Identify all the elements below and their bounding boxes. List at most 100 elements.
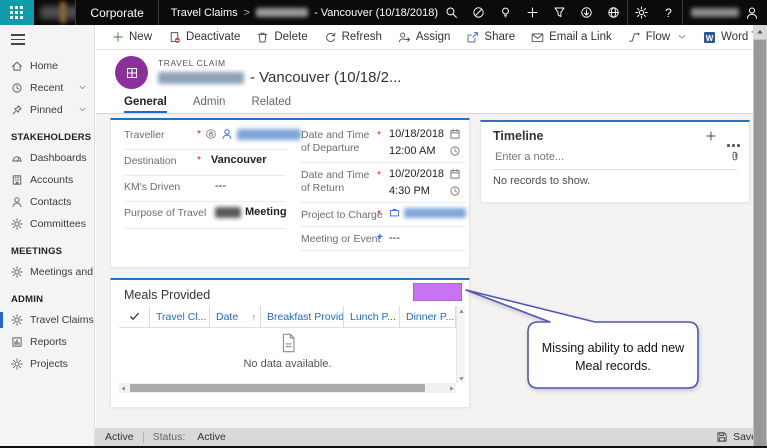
select-all-column[interactable] — [119, 306, 149, 327]
sidebar-item-recent[interactable]: Recent — [0, 77, 94, 99]
tab-general[interactable]: General — [124, 93, 167, 113]
field-value-departure-time[interactable]: 12:00 AM — [389, 145, 435, 157]
form-tabs: General Admin Related — [96, 93, 753, 114]
field-value-destination[interactable]: * Vancouver — [197, 154, 267, 166]
column-header-date[interactable]: Date↑ — [209, 306, 260, 327]
settings-button[interactable] — [628, 0, 655, 25]
tab-admin[interactable]: Admin — [193, 93, 226, 113]
word-icon: W — [703, 31, 716, 44]
field-value-return-time[interactable]: 4:30 PM — [389, 185, 430, 197]
required-asterisk: * — [377, 170, 381, 181]
status-value: Active — [197, 431, 226, 443]
share-button[interactable]: Share — [458, 25, 523, 49]
sidebar-item-contacts[interactable]: Contacts — [0, 191, 94, 213]
search-button[interactable] — [438, 0, 465, 25]
field-label-kms-driven: KM's Driven — [124, 181, 180, 194]
download-button[interactable] — [573, 0, 600, 25]
delete-button[interactable]: Delete — [248, 25, 315, 49]
field-value-return-date[interactable]: 10/20/2018 — [389, 168, 444, 180]
sidebar-item-projects[interactable]: Projects — [0, 353, 94, 375]
field-value-departure-date[interactable]: 10/18/2018 — [389, 128, 444, 140]
filter-button[interactable] — [546, 0, 573, 25]
flow-button[interactable]: Flow — [620, 25, 695, 49]
breadcrumb-section[interactable]: Travel Claims — [171, 7, 238, 19]
timeline-add-button[interactable] — [705, 130, 717, 142]
filter-icon — [555, 8, 564, 17]
calendar-icon[interactable] — [449, 128, 461, 140]
breadcrumb-record[interactable]: - Vancouver (10/18/2018) — [314, 7, 438, 19]
column-header-travel-claim[interactable]: Travel Cl...↑↓ — [149, 306, 209, 327]
timeline-card: Timeline No records to show. — [480, 120, 750, 203]
entity-type-label: TRAVEL CLAIM — [158, 58, 226, 68]
sidebar-item-home[interactable]: Home — [0, 55, 94, 77]
building-icon — [13, 176, 21, 184]
assign-icon — [399, 32, 409, 41]
scroll-left-icon — [122, 386, 125, 390]
svg-text:W: W — [706, 34, 714, 43]
field-value-traveller[interactable]: * — [197, 128, 301, 140]
entity-gear-icon — [12, 219, 23, 230]
help-button[interactable]: ? — [655, 0, 682, 25]
email-link-button[interactable]: Email a Link — [523, 25, 620, 49]
attach-button[interactable] — [729, 150, 741, 162]
insights-button[interactable] — [492, 0, 519, 25]
travel-claim-entity-icon — [127, 68, 136, 77]
deactivate-button[interactable]: Deactivate — [160, 25, 248, 49]
sidebar-item-accounts[interactable]: Accounts — [0, 169, 94, 191]
new-button[interactable]: New — [104, 25, 160, 49]
home-icon — [13, 62, 22, 70]
page-vertical-scrollbar[interactable] — [753, 25, 767, 446]
app-name[interactable]: Corporate — [76, 6, 157, 20]
breadcrumb: Travel Claims > - Vancouver (10/18/2018) — [159, 7, 438, 19]
tab-related[interactable]: Related — [251, 93, 291, 113]
redacted-logo — [40, 6, 76, 19]
field-value-project[interactable] — [389, 207, 466, 218]
timeline-empty-message: No records to show. — [493, 175, 590, 187]
assign-button[interactable]: Assign — [390, 25, 459, 49]
sidebar-item-committees[interactable]: Committees — [0, 213, 94, 235]
grid-empty-state: No data available. — [119, 328, 456, 370]
sidebar-item-pinned[interactable]: Pinned — [0, 99, 94, 121]
waffle-icon — [10, 6, 23, 19]
sidebar-item-meetings-and-events[interactable]: Meetings and Events — [0, 261, 94, 283]
contact-lookup-icon — [223, 130, 231, 139]
redacted-logo-accent — [60, 2, 66, 23]
save-button[interactable]: Save — [716, 431, 757, 443]
sidebar-item-travel-claims[interactable]: Travel Claims — [0, 309, 94, 331]
sidebar-item-dashboards[interactable]: Dashboards — [0, 147, 94, 169]
scrollbar-thumb[interactable] — [754, 40, 766, 446]
field-value-kms-driven[interactable]: --- — [215, 180, 226, 192]
clock-icon[interactable] — [449, 185, 461, 197]
status-label: Status: — [153, 431, 186, 443]
paperclip-icon — [733, 152, 737, 160]
grid-horizontal-scrollbar[interactable] — [119, 383, 456, 393]
sidebar-item-reports[interactable]: Reports — [0, 331, 94, 353]
entity-gear-icon — [12, 315, 23, 326]
quick-create-button[interactable] — [519, 0, 546, 25]
column-header-lunch[interactable]: Lunch P...↑↓ — [343, 306, 399, 327]
lock-icon — [207, 130, 216, 139]
refresh-button[interactable]: Refresh — [316, 25, 390, 49]
waffle-menu-button[interactable] — [0, 0, 34, 25]
field-value-purpose[interactable]: Meeting — [215, 206, 287, 218]
calendar-icon[interactable] — [449, 168, 461, 180]
lightbulb-icon — [503, 8, 509, 17]
scrollbar-thumb[interactable] — [130, 384, 425, 392]
chevron-down-icon — [80, 108, 85, 111]
timeline-title: Timeline — [493, 129, 543, 143]
note-input[interactable] — [493, 150, 707, 164]
top-navigation-bar: Corporate Travel Claims > - Vancouver (1… — [0, 0, 767, 25]
world-clock-button[interactable] — [600, 0, 627, 25]
recently-viewed-button[interactable] — [465, 0, 492, 25]
redacted-record-title — [158, 72, 244, 84]
project-lookup-icon — [390, 209, 398, 216]
status-bar: Active Status: Active Save — [95, 428, 767, 446]
pin-icon — [13, 106, 21, 114]
field-value-meeting-or-event[interactable]: --- — [389, 232, 400, 244]
column-header-breakfast[interactable]: Breakfast Provid...↑↓ — [260, 306, 343, 327]
chevron-down-icon — [679, 35, 685, 38]
user-menu[interactable] — [683, 6, 767, 20]
collapse-sidebar-button[interactable] — [11, 34, 94, 45]
clock-icon[interactable] — [449, 145, 461, 157]
meals-grid-header: Travel Cl...↑↓ Date↑ Breakfast Provid...… — [119, 306, 456, 328]
